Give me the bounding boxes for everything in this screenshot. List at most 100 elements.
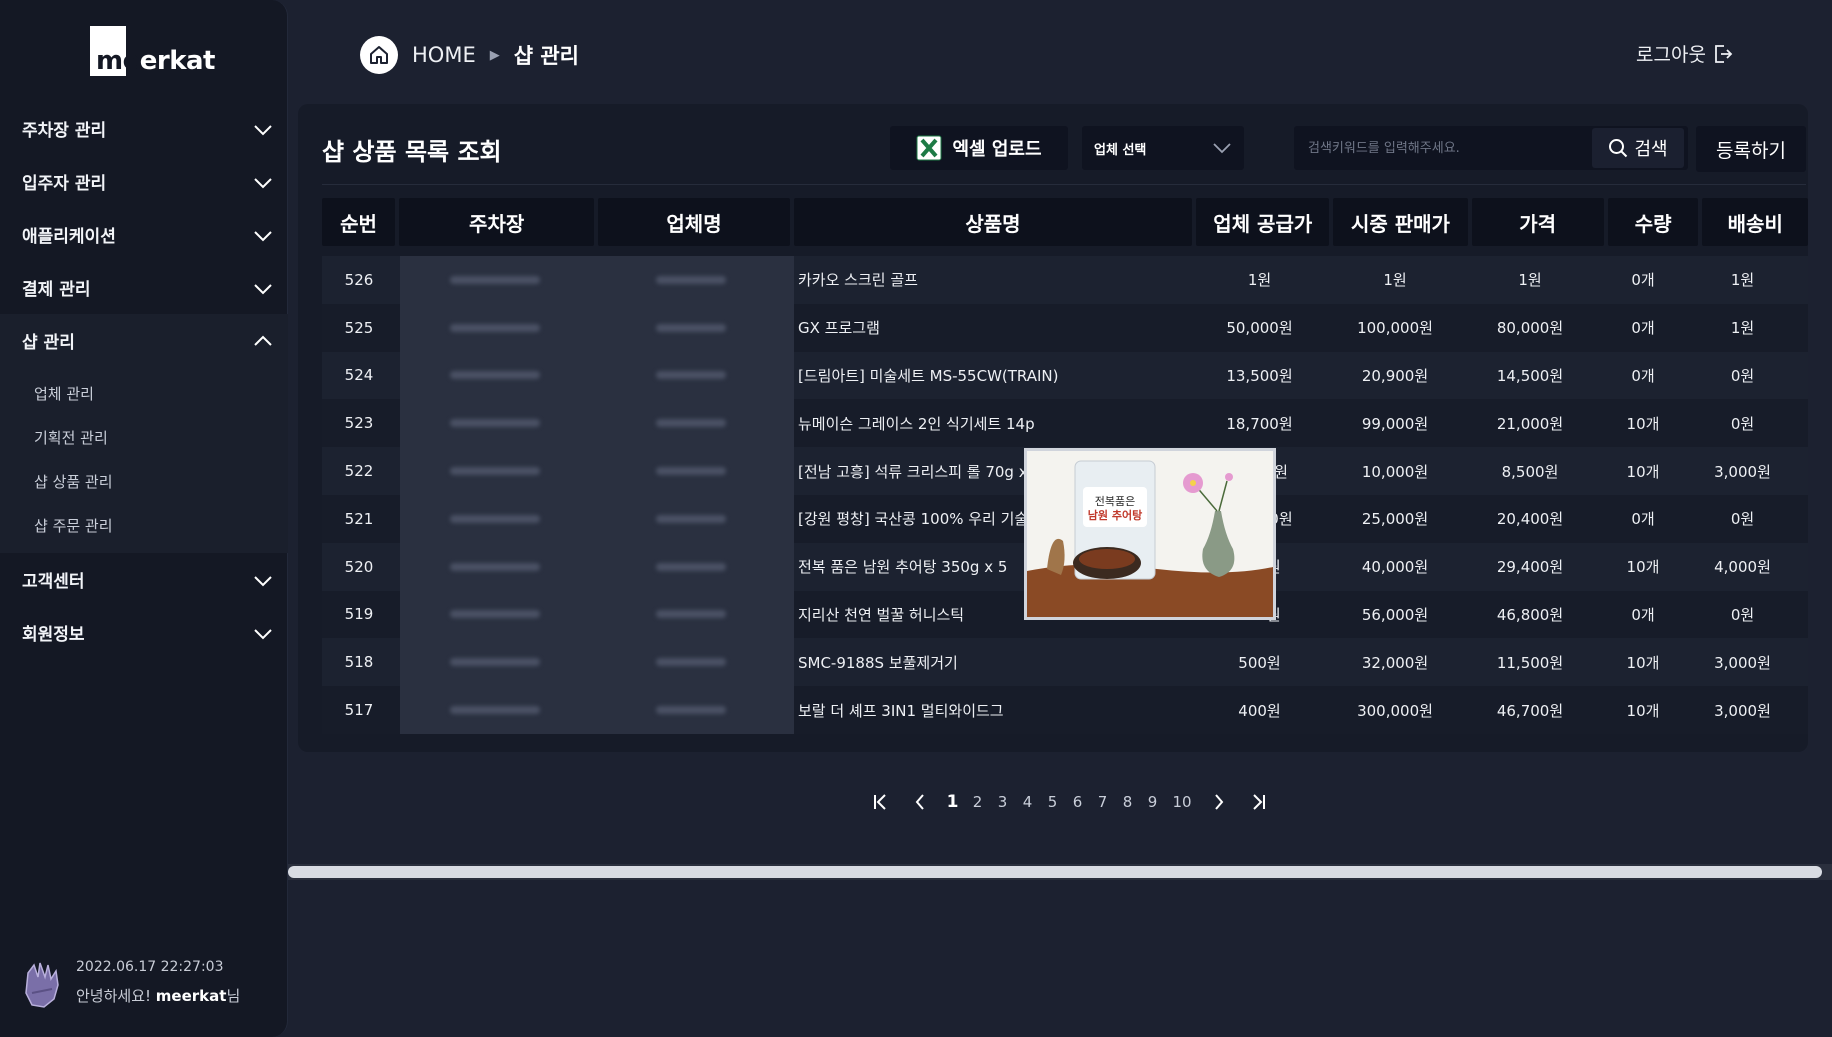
redacted-text — [656, 467, 726, 476]
excel-upload-button[interactable]: 엑셀 업로드 — [890, 126, 1068, 170]
table-row[interactable]: 526 카카오 스크린 골프 1원 1원 1원 0개 1원 — [322, 256, 1808, 304]
page-number[interactable]: 4 — [1015, 793, 1040, 811]
cell-no: 525 — [344, 318, 374, 337]
cell-ship: 0원 — [1730, 366, 1755, 385]
logout-icon — [1715, 44, 1733, 63]
column-header[interactable]: 주차장 — [399, 198, 595, 246]
page-number[interactable]: 5 — [1040, 793, 1065, 811]
cell-ship: 4,000원 — [1714, 558, 1771, 577]
table-row[interactable]: 523 뉴메이슨 그레이스 2인 식기세트 14p 18,700원 99,000원 21… — [322, 399, 1808, 448]
cell-vendor-redacted — [594, 686, 788, 734]
column-header[interactable]: 가격 — [1471, 198, 1604, 246]
cell-parking-lot-redacted — [396, 591, 594, 639]
chevron-up-icon — [254, 335, 272, 346]
chevron-down-icon — [254, 124, 272, 135]
sidebar-menu-item[interactable]: 입주자 관리 — [0, 155, 288, 208]
column-header[interactable]: 배송비 — [1702, 198, 1809, 246]
cell-price: 8,500원 — [1501, 462, 1559, 481]
excel-icon — [916, 135, 942, 161]
page-number[interactable]: 8 — [1115, 793, 1140, 811]
page-number[interactable]: 1 — [940, 792, 965, 812]
sidebar-subitem[interactable]: 기획전 관리 — [0, 415, 288, 459]
last-page-icon[interactable] — [1239, 793, 1279, 811]
sidebar-menu-item[interactable]: 결제 관리 — [0, 261, 288, 314]
horizontal-scrollbar-thumb[interactable] — [288, 866, 1822, 878]
sidebar-subitem[interactable]: 샵 주문 관리 — [0, 503, 288, 547]
cell-vendor-redacted — [594, 399, 788, 447]
page-number[interactable]: 7 — [1090, 793, 1115, 811]
table-row[interactable]: 524 [드림아트] 미술세트 MS-55CW(TRAIN) 13,500원 20,9… — [322, 351, 1808, 400]
column-header[interactable]: 상품명 — [793, 198, 1193, 246]
redacted-text — [656, 514, 726, 523]
table-header: 순번 주차장 업체명 상품명 업체 공급가 시중 판매가 가격 수량 배송비 — [322, 198, 1809, 246]
search-input[interactable] — [1294, 126, 1588, 170]
logout-button[interactable]: 로그아웃 — [1636, 40, 1734, 67]
redacted-text — [656, 371, 726, 380]
cell-vendor-redacted — [594, 447, 788, 495]
vendor-select[interactable]: 업체 선택 — [1082, 126, 1244, 170]
search-button-label: 검색 — [1634, 139, 1668, 160]
sidebar-menu-label: 입주자 관리 — [22, 174, 107, 194]
cell-product: [드림아트] 미술세트 MS-55CW(TRAIN) — [798, 366, 1059, 385]
register-button[interactable]: 등록하기 — [1696, 126, 1806, 172]
sidebar-menu-item[interactable]: 고객센터 — [0, 553, 288, 606]
cell-qty: 10개 — [1626, 701, 1660, 720]
cell-parking-lot-redacted — [396, 399, 594, 447]
cell-product: 카카오 스크린 골프 — [798, 271, 918, 290]
cell-price: 20,400원 — [1496, 510, 1564, 529]
sidebar-subitem[interactable]: 업체 관리 — [0, 371, 288, 415]
vendor-select-value: 업체 선택 — [1094, 142, 1147, 158]
redacted-text — [450, 467, 540, 476]
home-icon[interactable] — [360, 36, 398, 74]
breadcrumb: HOME ▶ 샵 관리 — [360, 36, 579, 74]
cell-qty: 0개 — [1631, 510, 1655, 529]
redacted-text — [656, 562, 726, 571]
glove-avatar-icon — [25, 962, 59, 1008]
sidebar-menu-label: 고객센터 — [22, 572, 85, 592]
search-button[interactable]: 검색 — [1592, 128, 1684, 168]
meerkat-logo[interactable]: meerkat — [90, 26, 215, 76]
first-page-icon[interactable] — [860, 793, 900, 811]
breadcrumb-current: 샵 관리 — [513, 44, 579, 68]
cell-no: 519 — [344, 605, 374, 624]
page-number[interactable]: 6 — [1065, 793, 1090, 811]
column-header[interactable]: 업체명 — [598, 198, 790, 246]
page-number[interactable]: 3 — [990, 793, 1015, 811]
breadcrumb-home[interactable]: HOME — [412, 43, 476, 67]
cell-parking-lot-redacted — [396, 495, 594, 543]
sidebar-subitem[interactable]: 샵 상품 관리 — [0, 459, 288, 503]
cell-vendor-redacted — [594, 495, 788, 543]
page-title: 샵 상품 목록 조회 — [322, 138, 502, 166]
column-header[interactable]: 업체 공급가 — [1196, 198, 1330, 246]
sidebar-menu: 주차장 관리 입주자 관리 애플리케이션 결제 관리 샵 관리 업체 관리 기획전 관리 샵 … — [0, 102, 288, 659]
redacted-text — [450, 323, 540, 332]
register-button-label: 등록하기 — [1716, 139, 1786, 162]
prev-page-icon[interactable] — [900, 793, 940, 811]
sidebar-menu-item[interactable]: 샵 관리 — [0, 314, 288, 367]
redacted-text — [656, 658, 726, 667]
cell-parking-lot-redacted — [396, 543, 594, 591]
cell-price: 46,800원 — [1496, 605, 1564, 624]
column-header[interactable]: 수량 — [1607, 198, 1699, 246]
cell-ship: 3,000원 — [1714, 462, 1771, 481]
page-number[interactable]: 9 — [1140, 793, 1165, 811]
table-row[interactable]: 525 GX 프로그램 50,000원 100,000원 80,000원 0개 1원 — [322, 303, 1808, 352]
table-row[interactable]: 517 보랄 더 셰프 3IN1 멀티와이드그 400원 300,000원 46,700… — [322, 686, 1808, 734]
page-number[interactable]: 10 — [1165, 793, 1199, 811]
column-header[interactable]: 시중 판매가 — [1333, 198, 1468, 246]
breadcrumb-separator-icon: ▶ — [489, 47, 500, 63]
redacted-text — [656, 323, 726, 332]
sidebar: meerkat 주차장 관리입주자 관리애플리케이션 결제 관리 샵 관리 업체 관리… — [0, 0, 288, 1037]
redacted-text — [450, 562, 540, 571]
chevron-down-icon — [254, 283, 272, 294]
cell-product: SMC-9188S 보풀제거기 — [798, 653, 958, 672]
column-header[interactable]: 순번 — [322, 198, 395, 246]
cell-no: 524 — [344, 366, 374, 385]
sidebar-menu-item[interactable]: 애플리케이션 — [0, 208, 288, 261]
sidebar-menu-item[interactable]: 주차장 관리 — [0, 102, 288, 155]
cell-no: 518 — [344, 653, 374, 672]
next-page-icon[interactable] — [1199, 793, 1239, 811]
sidebar-menu-item[interactable]: 회원정보 — [0, 606, 288, 659]
table-row[interactable]: 518 SMC-9188S 보풀제거기 500원 32,000원 11,500원 10개 3… — [322, 638, 1808, 687]
page-number[interactable]: 2 — [965, 793, 990, 811]
